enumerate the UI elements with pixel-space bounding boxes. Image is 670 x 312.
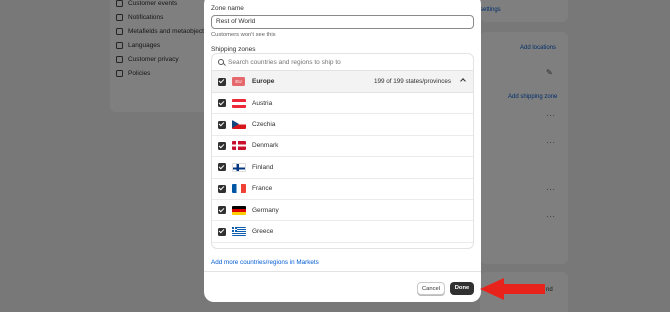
denmark-flag-icon (232, 141, 246, 151)
country-checkbox[interactable] (218, 141, 226, 150)
country-name: France (252, 185, 273, 193)
region-name: Europe (252, 78, 275, 85)
country-checkbox[interactable] (218, 99, 226, 108)
france-flag-icon (232, 184, 246, 194)
country-name: Czechia (252, 121, 276, 129)
done-button[interactable]: Done (450, 282, 474, 295)
country-checkbox[interactable] (218, 206, 226, 215)
country-row-greece[interactable]: Greece (212, 221, 473, 243)
country-search-input[interactable] (228, 58, 448, 66)
country-row-denmark[interactable]: Denmark (212, 136, 473, 158)
czechia-flag-icon (232, 120, 246, 130)
austria-flag-icon (232, 98, 246, 108)
country-name: Denmark (252, 142, 279, 150)
country-name: Germany (252, 206, 279, 214)
region-selection-count: 199 of 199 states/provinces (373, 78, 451, 85)
country-row-germany[interactable]: Germany (212, 200, 473, 222)
region-group-europe[interactable]: EU Europe 199 of 199 states/provinces (212, 71, 473, 93)
germany-flag-icon (232, 205, 246, 215)
edit-zone-modal: Zone name Rest of World Customers won't … (204, 0, 481, 302)
finland-flag-icon (232, 162, 246, 172)
country-checkbox[interactable] (218, 227, 226, 236)
country-name: Finland (252, 163, 274, 171)
country-checkbox[interactable] (218, 184, 226, 193)
shipping-zones-label: Shipping zones (211, 46, 256, 53)
country-search[interactable] (212, 54, 473, 71)
country-checkbox[interactable] (218, 163, 226, 172)
europe-checkbox[interactable] (218, 77, 226, 86)
country-row-austria[interactable]: Austria (212, 93, 473, 115)
zone-name-help-text: Customers won't see this (211, 32, 276, 38)
search-icon (218, 59, 224, 65)
country-row-czechia[interactable]: Czechia (212, 114, 473, 136)
eu-flag-icon: EU (232, 77, 245, 86)
cancel-button[interactable]: Cancel (417, 282, 445, 295)
modal-footer-divider (204, 271, 481, 272)
chevron-up-icon[interactable] (460, 78, 466, 84)
country-name: Austria (252, 99, 273, 107)
zone-name-input[interactable]: Rest of World (211, 15, 474, 29)
country-name: Greece (252, 228, 274, 236)
shipping-zones-list: EU Europe 199 of 199 states/provinces Au… (211, 53, 474, 249)
zone-name-label: Zone name (211, 5, 244, 12)
country-row-france[interactable]: France (212, 179, 473, 200)
country-row-finland[interactable]: Finland (212, 157, 473, 179)
country-checkbox[interactable] (218, 120, 226, 129)
red-arrow-annotation (480, 278, 545, 300)
greece-flag-icon (232, 227, 246, 237)
add-more-countries-link[interactable]: Add more countries/regions in Markets (211, 259, 319, 266)
country-row-partial[interactable] (212, 243, 473, 248)
